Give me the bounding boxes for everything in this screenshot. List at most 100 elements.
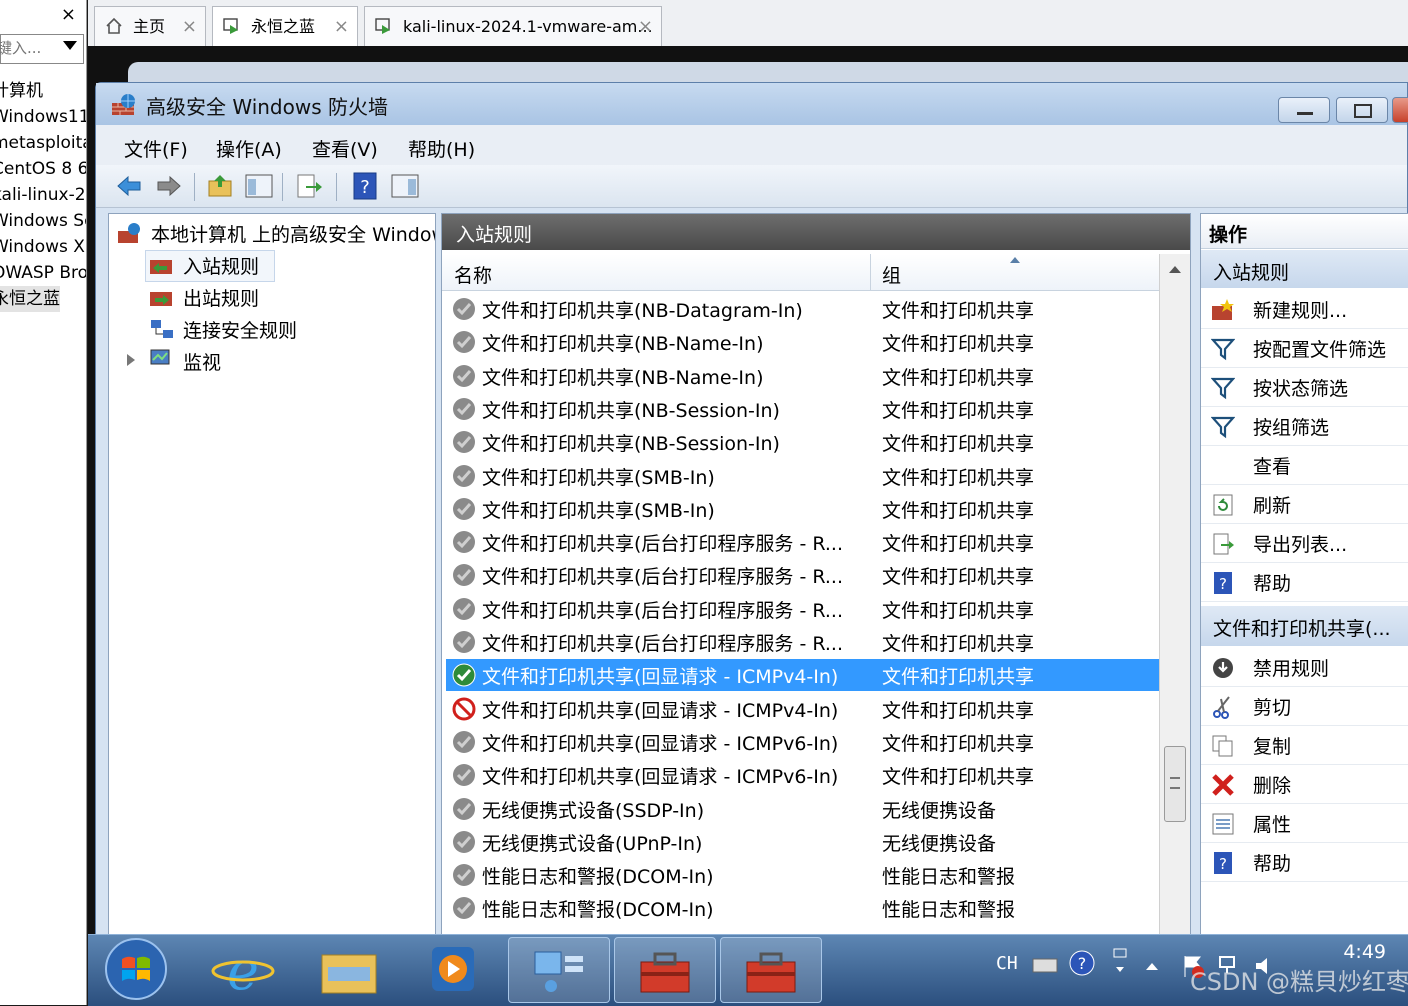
action-copy[interactable]: 复制	[1201, 726, 1408, 765]
vm-search-box[interactable]	[0, 34, 84, 64]
tab-home[interactable]: 主页 ×	[94, 6, 206, 46]
menu-file[interactable]: 文件(F)	[124, 135, 188, 162]
close-button[interactable]	[1392, 97, 1408, 123]
menu-action[interactable]: 操作(A)	[216, 135, 282, 162]
tab-kali[interactable]: kali-linux-2024.1-vmware-am... ×	[364, 6, 662, 46]
action-filter[interactable]: 按状态筛选	[1201, 368, 1408, 407]
rule-name: 文件和打印机共享(回显请求 - ICMPv4-In)	[482, 699, 839, 722]
action-new-rule[interactable]: 新建规则...	[1201, 290, 1408, 329]
forward-arrow-icon[interactable]	[154, 171, 184, 201]
show-hide-action-pane-icon[interactable]	[390, 171, 420, 201]
table-row[interactable]: 文件和打印机共享(NB-Name-In) 文件和打印机共享	[446, 360, 1160, 392]
tab-eternalblue[interactable]: 永恒之蓝 ×	[212, 6, 358, 46]
vm-library-item[interactable]: OWASP Bro	[0, 260, 86, 286]
action-help[interactable]: ? 帮助	[1201, 843, 1408, 882]
action-cut[interactable]: 剪切	[1201, 687, 1408, 726]
language-indicator[interactable]: CH	[996, 953, 1018, 974]
expand-arrow-icon[interactable]	[127, 354, 135, 366]
menu-view[interactable]: 查看(V)	[312, 135, 378, 162]
actions-section-rule[interactable]: 文件和打印机共享(...	[1201, 606, 1408, 646]
rule-disabled-icon	[453, 597, 475, 620]
taskbar-button-firewall-1[interactable]	[614, 937, 716, 1003]
maximize-button[interactable]	[1336, 97, 1388, 123]
input-options-icon[interactable]	[1110, 947, 1130, 977]
table-row[interactable]: 文件和打印机共享(后台打印程序服务 - R... 文件和打印机共享	[446, 559, 1160, 591]
table-row[interactable]: 文件和打印机共享(回显请求 - ICMPv6-In) 文件和打印机共享	[446, 759, 1160, 791]
help-icon[interactable]: ?	[350, 171, 380, 201]
close-icon[interactable]: ×	[61, 4, 76, 25]
taskbar-button-control-panel[interactable]	[508, 937, 610, 1003]
column-name[interactable]: 名称	[454, 261, 492, 288]
chevron-down-icon[interactable]	[63, 41, 77, 50]
keyboard-icon[interactable]	[1032, 955, 1058, 975]
action-export[interactable]: 导出列表...	[1201, 524, 1408, 563]
vm-library-item[interactable]: CentOS 8 64	[0, 156, 86, 182]
action-properties[interactable]: 属性	[1201, 804, 1408, 843]
up-folder-icon[interactable]	[206, 171, 236, 201]
action-help[interactable]: ? 帮助	[1201, 563, 1408, 602]
vm-library-item[interactable]: metasploita	[0, 130, 86, 156]
scroll-thumb[interactable]	[1164, 746, 1186, 822]
tree-root[interactable]: 本地计算机 上的高级安全 Windows	[151, 220, 435, 247]
media-player-icon[interactable]	[418, 937, 488, 1001]
table-row[interactable]: 文件和打印机共享(SMB-In) 文件和打印机共享	[446, 460, 1160, 492]
svg-text:?: ?	[360, 177, 370, 198]
help-icon[interactable]: ?	[1068, 949, 1096, 977]
menu-help[interactable]: 帮助(H)	[408, 135, 475, 162]
table-row[interactable]: 性能日志和警报(DCOM-In) 性能日志和警报	[446, 859, 1160, 891]
table-row[interactable]: 文件和打印机共享(回显请求 - ICMPv4-In) 文件和打印机共享	[446, 659, 1160, 692]
export-icon[interactable]	[294, 171, 324, 201]
table-row[interactable]: 文件和打印机共享(NB-Datagram-In) 文件和打印机共享	[446, 293, 1160, 325]
table-row[interactable]: 文件和打印机共享(回显请求 - ICMPv4-In) 文件和打印机共享	[446, 693, 1160, 725]
action-view[interactable]: 查看	[1201, 446, 1408, 485]
scroll-up-icon[interactable]	[1169, 266, 1181, 273]
column-group[interactable]: 组	[882, 261, 901, 288]
close-icon[interactable]: ×	[334, 7, 349, 47]
rule-disabled-icon	[453, 364, 475, 387]
table-row[interactable]: 无线便携式设备(SSDP-In) 无线便携设备	[446, 793, 1160, 825]
title-bar[interactable]: 高级安全 Windows 防火墙	[96, 83, 1408, 125]
table-row[interactable]: 文件和打印机共享(回显请求 - ICMPv6-In) 文件和打印机共享	[446, 726, 1160, 758]
back-arrow-icon[interactable]	[114, 171, 144, 201]
table-row[interactable]: 文件和打印机共享(NB-Name-In) 文件和打印机共享	[446, 326, 1160, 358]
rule-group: 文件和打印机共享	[882, 466, 1035, 489]
table-row[interactable]: 文件和打印机共享(后台打印程序服务 - R... 文件和打印机共享	[446, 626, 1160, 658]
vm-library-item[interactable]: Windows11	[0, 104, 86, 130]
tree-item-connection-security-rules[interactable]: 连接安全规则	[183, 316, 297, 343]
column-separator[interactable]	[870, 254, 871, 290]
internet-explorer-icon[interactable]: e	[208, 937, 278, 1001]
table-row[interactable]: 文件和打印机共享(NB-Session-In) 文件和打印机共享	[446, 426, 1160, 458]
table-row[interactable]: 文件和打印机共享(SMB-In) 文件和打印机共享	[446, 493, 1160, 525]
rule-disabled-icon	[453, 830, 475, 853]
vm-library-item[interactable]: 计算机	[0, 78, 43, 104]
action-disable[interactable]: 禁用规则	[1201, 648, 1408, 687]
tree-item-monitoring[interactable]: 监视	[183, 348, 221, 375]
vm-search-input[interactable]	[0, 38, 59, 58]
table-row[interactable]: 无线便携式设备(UPnP-In) 无线便携设备	[446, 826, 1160, 858]
vm-library-item[interactable]: Windows Se	[0, 208, 86, 234]
table-row[interactable]: 文件和打印机共享(后台打印程序服务 - R... 文件和打印机共享	[446, 593, 1160, 625]
vertical-scrollbar[interactable]	[1159, 254, 1190, 942]
tree-item-outbound-rules[interactable]: 出站规则	[183, 284, 259, 311]
close-icon[interactable]: ×	[638, 7, 653, 47]
vm-library-item[interactable]: kali-linux-20	[0, 182, 86, 208]
show-hidden-icons-icon[interactable]	[1146, 963, 1158, 970]
table-row[interactable]: 文件和打印机共享(后台打印程序服务 - R... 文件和打印机共享	[446, 526, 1160, 558]
action-refresh[interactable]: 刷新	[1201, 485, 1408, 524]
vm-library-item[interactable]: 永恒之蓝	[0, 286, 60, 312]
file-explorer-icon[interactable]	[314, 937, 384, 1001]
table-row[interactable]: 文件和打印机共享(NB-Session-In) 文件和打印机共享	[446, 393, 1160, 425]
action-delete[interactable]: 删除	[1201, 765, 1408, 804]
vm-library-item[interactable]: Windows XP	[0, 234, 86, 260]
clock[interactable]: 4:49	[1343, 941, 1386, 963]
minimize-button[interactable]	[1278, 97, 1330, 123]
action-filter[interactable]: 按组筛选	[1201, 407, 1408, 446]
close-icon[interactable]: ×	[182, 7, 197, 47]
actions-section-inbound[interactable]: 入站规则	[1201, 250, 1408, 288]
action-filter[interactable]: 按配置文件筛选	[1201, 329, 1408, 368]
taskbar-button-firewall-2[interactable]	[720, 937, 822, 1003]
table-row[interactable]: 性能日志和警报(DCOM-In) 性能日志和警报	[446, 892, 1160, 924]
show-hide-tree-icon[interactable]	[244, 171, 274, 201]
window-title: 高级安全 Windows 防火墙	[146, 95, 388, 119]
start-button[interactable]	[104, 937, 168, 1001]
